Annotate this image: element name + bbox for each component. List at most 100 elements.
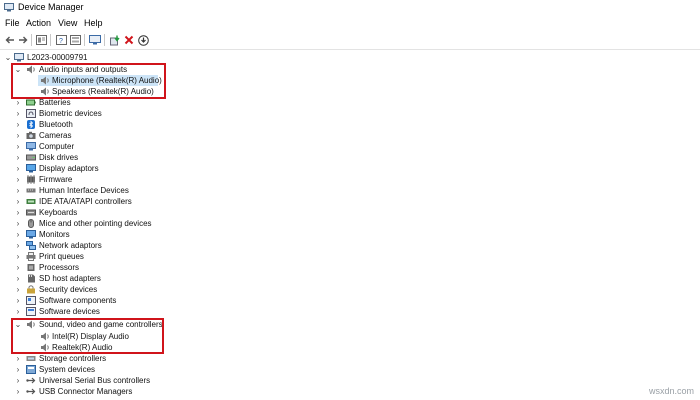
chevron-right-icon[interactable]: › bbox=[14, 262, 22, 273]
ide-controller-icon bbox=[26, 199, 36, 204]
tree-node-label: Biometric devices bbox=[39, 109, 102, 118]
chevron-right-icon[interactable]: › bbox=[14, 306, 22, 317]
tree-node-label: Software components bbox=[39, 296, 117, 305]
tree-node-label: Bluetooth bbox=[39, 120, 73, 129]
tree-node-storage-controllers[interactable]: › Storage controllers bbox=[0, 353, 400, 364]
tree-node-processors[interactable]: › Processors bbox=[0, 262, 400, 273]
tree-node-ide-controllers[interactable]: › IDE ATA/ATAPI controllers bbox=[0, 196, 400, 207]
update-driver-icon[interactable] bbox=[108, 33, 122, 47]
tree-node-label: Firmware bbox=[39, 175, 73, 184]
tree-node-label: Keyboards bbox=[39, 208, 78, 217]
tree-node-keyboards[interactable]: › Keyboards bbox=[0, 207, 400, 218]
system-device-icon bbox=[26, 365, 36, 374]
tree-node-software-components[interactable]: › Software components bbox=[0, 295, 400, 306]
watermark: wsxdn.com bbox=[648, 386, 694, 396]
chevron-right-icon[interactable]: › bbox=[14, 229, 22, 240]
chevron-right-icon[interactable]: › bbox=[14, 295, 22, 306]
tree-node-human-interface-devices[interactable]: › Human Interface Devices bbox=[0, 185, 400, 196]
tree-node-label: Print queues bbox=[39, 252, 84, 261]
printer-icon bbox=[26, 252, 36, 261]
disk-icon bbox=[26, 154, 36, 161]
chevron-right-icon[interactable]: › bbox=[14, 353, 22, 364]
tree-node-usb-controllers[interactable]: › Universal Serial Bus controllers bbox=[0, 375, 400, 386]
chevron-right-icon[interactable]: › bbox=[14, 174, 22, 185]
tree-node-label: Human Interface Devices bbox=[39, 186, 129, 195]
toolbar-separator bbox=[104, 34, 105, 46]
tree-node-network-adaptors[interactable]: › Network adaptors bbox=[0, 240, 400, 251]
menu-bar: File Action View Help bbox=[0, 17, 700, 31]
title-bar: Device Manager bbox=[0, 0, 700, 16]
tree-node-label: Processors bbox=[39, 263, 80, 272]
chevron-right-icon[interactable]: › bbox=[14, 284, 22, 295]
show-hidden-icon[interactable] bbox=[68, 33, 82, 47]
tree-node-label: Storage controllers bbox=[39, 354, 107, 363]
tree-root[interactable]: ⌄ L2023-00009791 bbox=[0, 52, 400, 63]
scan-hardware-icon[interactable] bbox=[136, 33, 150, 47]
chevron-right-icon[interactable]: › bbox=[14, 207, 22, 218]
chevron-right-icon[interactable]: › bbox=[14, 386, 22, 397]
mouse-icon bbox=[28, 219, 34, 228]
menu-file[interactable]: File bbox=[5, 18, 20, 28]
toolbar-separator bbox=[50, 34, 51, 46]
tree-node-usb-connector-managers[interactable]: › USB Connector Managers bbox=[0, 386, 400, 397]
tree-node-label: USB Connector Managers bbox=[39, 387, 133, 396]
window-title: Device Manager bbox=[18, 2, 84, 12]
chevron-right-icon[interactable]: › bbox=[14, 141, 22, 152]
sd-card-icon bbox=[28, 274, 35, 283]
tree-node-label: IDE ATA/ATAPI controllers bbox=[39, 197, 132, 206]
tree-node-system-devices[interactable]: › System devices bbox=[0, 364, 400, 375]
tree-node-label: Universal Serial Bus controllers bbox=[39, 376, 151, 385]
tree-node-software-devices[interactable]: › Software devices bbox=[0, 306, 400, 317]
tree-node-label: Computer bbox=[39, 142, 75, 151]
bluetooth-icon bbox=[27, 120, 35, 129]
tree-node-monitors[interactable]: › Monitors bbox=[0, 229, 400, 240]
chevron-right-icon[interactable]: › bbox=[14, 185, 22, 196]
tree-node-cameras[interactable]: › Cameras bbox=[0, 130, 400, 141]
chevron-down-icon[interactable]: ⌄ bbox=[4, 52, 12, 63]
display-adapter-icon bbox=[26, 164, 36, 173]
menu-help[interactable]: Help bbox=[84, 18, 103, 28]
tree-node-bluetooth[interactable]: › Bluetooth bbox=[0, 119, 400, 130]
chevron-right-icon[interactable]: › bbox=[14, 375, 22, 386]
svg-text:?: ? bbox=[59, 38, 63, 45]
chevron-right-icon[interactable]: › bbox=[14, 251, 22, 262]
chevron-right-icon[interactable]: › bbox=[14, 108, 22, 119]
tree-node-computer[interactable]: › Computer bbox=[0, 141, 400, 152]
tree-node-display-adaptors[interactable]: › Display adaptors bbox=[0, 163, 400, 174]
monitor-icon[interactable] bbox=[88, 33, 102, 47]
chevron-right-icon[interactable]: › bbox=[14, 364, 22, 375]
highlight-box-audio bbox=[11, 63, 166, 99]
usb-icon bbox=[26, 388, 36, 395]
chevron-right-icon[interactable]: › bbox=[14, 240, 22, 251]
software-component-icon bbox=[26, 296, 36, 305]
chevron-right-icon[interactable]: › bbox=[14, 273, 22, 284]
toolbar-separator bbox=[31, 34, 32, 46]
chevron-right-icon[interactable]: › bbox=[14, 119, 22, 130]
tree-node-sd-host-adapters[interactable]: › SD host adapters bbox=[0, 273, 400, 284]
chevron-right-icon[interactable]: › bbox=[14, 196, 22, 207]
battery-icon bbox=[26, 99, 36, 106]
properties-panel-icon[interactable] bbox=[34, 33, 48, 47]
tree-node-mice[interactable]: › Mice and other pointing devices bbox=[0, 218, 400, 229]
forward-arrow-icon[interactable] bbox=[16, 33, 30, 47]
tree-node-biometric[interactable]: › Biometric devices bbox=[0, 108, 400, 119]
chevron-right-icon[interactable]: › bbox=[14, 152, 22, 163]
tree-node-firmware[interactable]: › Firmware bbox=[0, 174, 400, 185]
toolbar: ? bbox=[0, 31, 700, 50]
help-book-icon[interactable]: ? bbox=[54, 33, 68, 47]
software-device-icon bbox=[26, 307, 36, 316]
security-icon bbox=[27, 285, 35, 294]
tree-node-security-devices[interactable]: › Security devices bbox=[0, 284, 400, 295]
firmware-icon bbox=[27, 175, 35, 184]
chevron-right-icon[interactable]: › bbox=[14, 163, 22, 174]
tree-node-print-queues[interactable]: › Print queues bbox=[0, 251, 400, 262]
device-manager-icon bbox=[4, 3, 14, 12]
menu-action[interactable]: Action bbox=[26, 18, 51, 28]
chevron-right-icon[interactable]: › bbox=[14, 218, 22, 229]
tree-node-label: Display adaptors bbox=[39, 164, 99, 173]
chevron-right-icon[interactable]: › bbox=[14, 130, 22, 141]
menu-view[interactable]: View bbox=[58, 18, 77, 28]
tree-node-disk-drives[interactable]: › Disk drives bbox=[0, 152, 400, 163]
back-arrow-icon[interactable] bbox=[3, 33, 17, 47]
uninstall-x-icon[interactable] bbox=[122, 33, 136, 47]
